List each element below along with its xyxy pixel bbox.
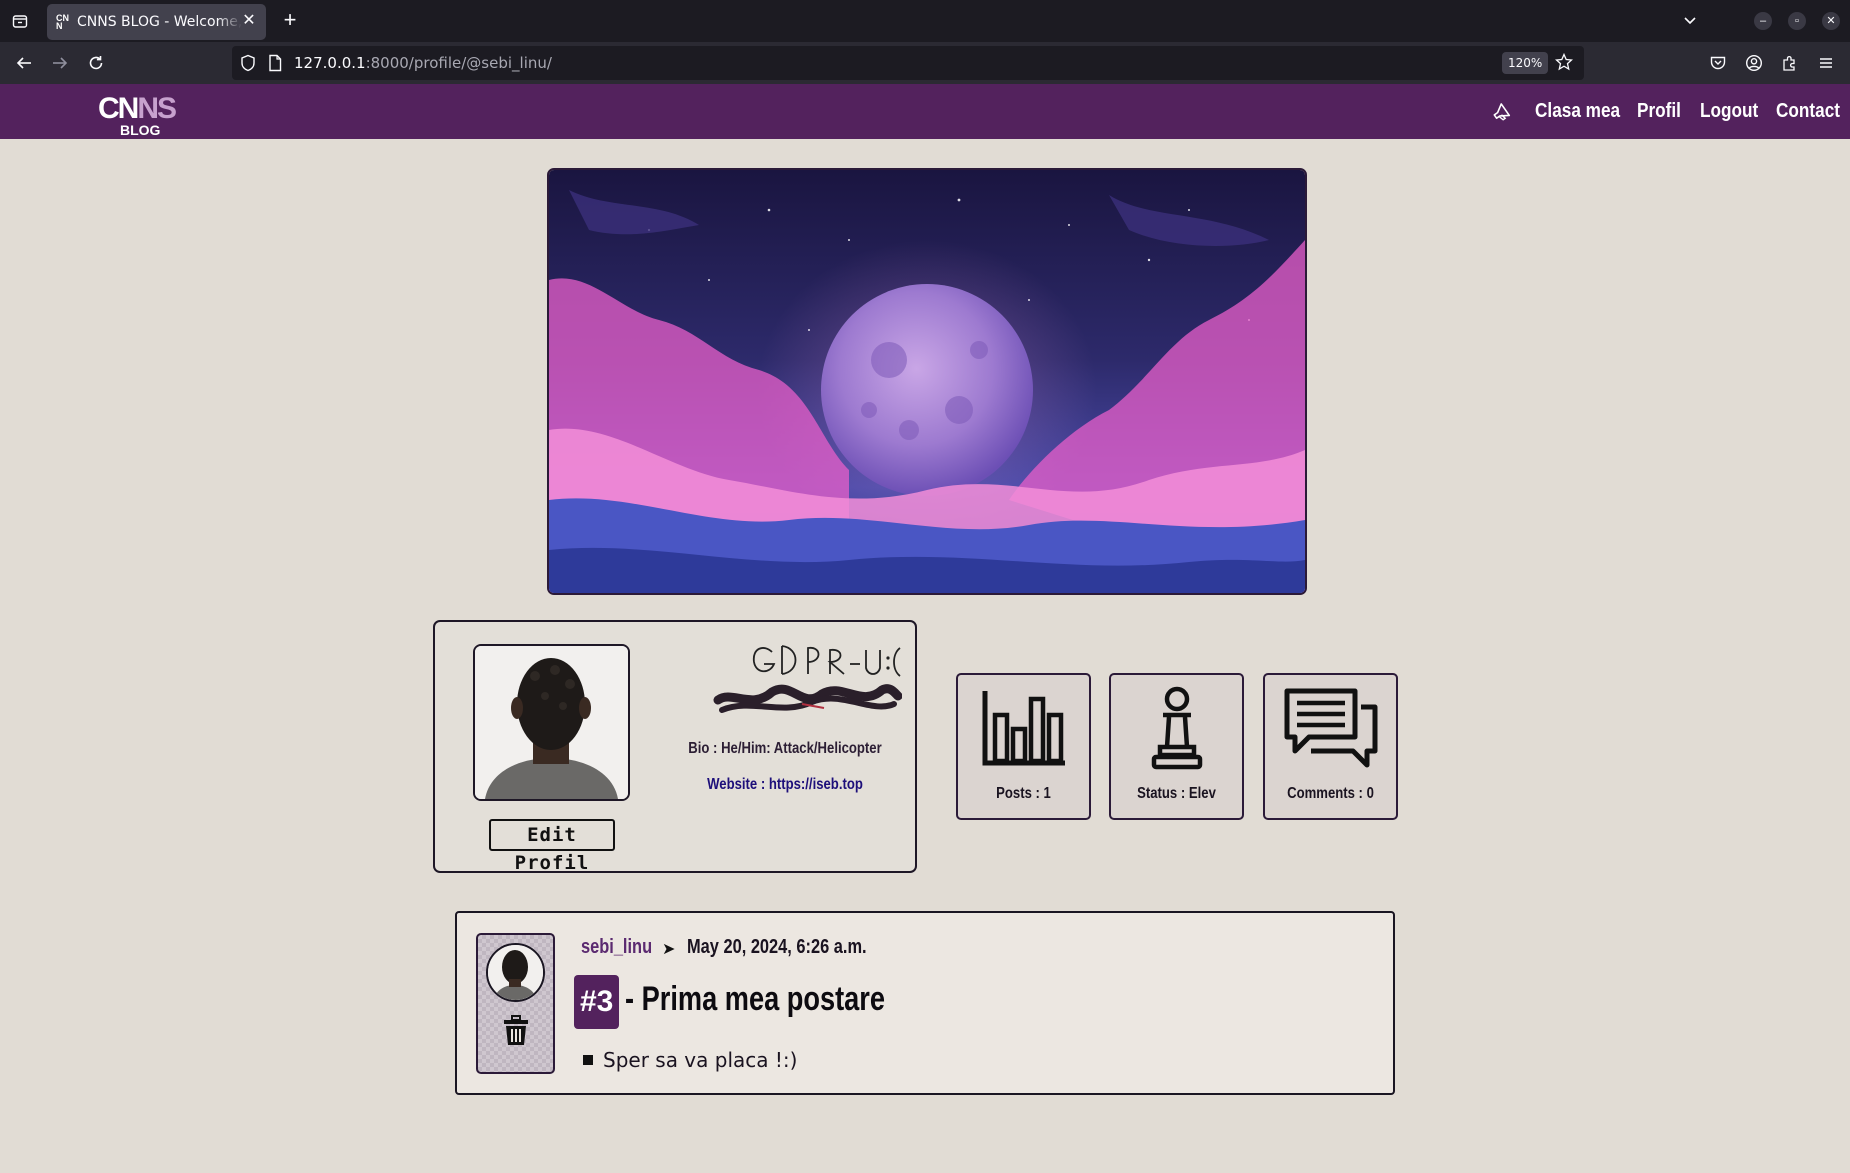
extensions-icon[interactable] (1779, 52, 1801, 74)
comments-icon (1265, 685, 1396, 775)
zoom-level-badge[interactable]: 120% (1502, 52, 1549, 74)
bar-chart-icon (958, 685, 1089, 775)
url-host: 127.0.0.1 (294, 54, 366, 72)
address-bar[interactable]: 127.0.0.1:8000/profile/@sebi_linu/ 120% (232, 46, 1584, 80)
pocket-icon[interactable] (1707, 52, 1729, 74)
browser-tab-bar: CN N CNNS BLOG - Welcome, s ✕ + – ▫ ✕ (0, 0, 1850, 42)
profile-cover-image (547, 168, 1307, 595)
profile-info-card: Edit Profil Bio : He/Him: Attack/Helicop… (433, 620, 917, 874)
post-author-avatar[interactable] (486, 943, 545, 1002)
page-info-icon[interactable] (268, 54, 282, 77)
tab-title: CNNS BLOG - Welcome, s (77, 14, 242, 30)
post-body-text: Sper sa va placa !:) (603, 1048, 798, 1072)
post-sidebar (476, 933, 555, 1074)
restore-window-icon[interactable]: ▫ (1788, 12, 1806, 30)
app-menu-icon[interactable] (1815, 52, 1837, 74)
post-card: sebi_linu ➤ May 20, 2024, 6:26 a.m. #3 -… (455, 911, 1395, 1095)
site-header: CNNS BLOG Clasa mea Profil Logout Contac… (0, 84, 1850, 139)
forward-arrow-icon[interactable] (49, 52, 71, 74)
nav-link-clasa-mea[interactable]: Clasa mea (1535, 100, 1620, 123)
url-text[interactable]: 127.0.0.1:8000/profile/@sebi_linu/ (294, 54, 552, 72)
delete-post-trash-icon[interactable] (502, 1015, 530, 1047)
back-arrow-icon[interactable] (13, 52, 35, 74)
bullet-square-icon (583, 1054, 593, 1065)
profile-bio: Bio : He/Him: Attack/Helicopter (688, 740, 882, 757)
stat-card-posts: Posts : 1 (956, 673, 1091, 820)
minimize-window-icon[interactable]: – (1754, 12, 1772, 30)
stat-status-label: Status : Elev (1137, 785, 1216, 802)
post-author-link[interactable]: sebi_linu (581, 936, 652, 959)
close-window-icon[interactable]: ✕ (1822, 12, 1840, 30)
post-arrow-icon: ➤ (662, 941, 676, 958)
site-favicon-icon: CN N (56, 13, 69, 31)
nav-link-profil[interactable]: Profil (1637, 100, 1681, 123)
profile-website-link[interactable]: Website : https://iseb.top (687, 776, 884, 794)
new-tab-icon[interactable]: + (279, 9, 301, 31)
stat-card-comments: Comments : 0 (1263, 673, 1398, 820)
url-path: :8000/profile/@sebi_linu/ (365, 54, 552, 72)
stat-card-status: Status : Elev (1109, 673, 1244, 820)
bookmark-star-icon[interactable] (1554, 52, 1574, 76)
post-number-badge: #3 (574, 975, 620, 1029)
edit-profile-button[interactable]: Edit Profil (489, 819, 615, 874)
post-title[interactable]: - Prima mea postare (625, 980, 885, 1019)
post-date: May 20, 2024, 6:26 a.m. (687, 936, 867, 958)
nav-link-contact[interactable]: Contact (1776, 100, 1840, 123)
list-all-tabs-icon[interactable] (1680, 10, 1700, 35)
logo-main: CNNS (98, 92, 177, 125)
reload-icon[interactable] (85, 52, 107, 74)
chess-pawn-icon (1111, 685, 1242, 775)
tab-list-icon[interactable] (10, 11, 30, 31)
browser-tab-active[interactable]: CN N CNNS BLOG - Welcome, s ✕ (47, 4, 266, 40)
handwritten-signature (712, 630, 903, 722)
tracking-shield-icon[interactable] (240, 54, 256, 77)
nav-link-logout[interactable]: Logout (1700, 100, 1758, 123)
profile-avatar (473, 644, 630, 801)
account-icon[interactable] (1743, 52, 1765, 74)
browser-nav-bar: 127.0.0.1:8000/profile/@sebi_linu/ 120% (0, 42, 1850, 84)
stat-comments-label: Comments : 0 (1287, 785, 1374, 802)
stat-posts-label: Posts : 1 (996, 785, 1051, 802)
site-logo[interactable]: CNNS BLOG (98, 92, 182, 138)
tab-close-icon[interactable]: ✕ (240, 12, 258, 30)
post-body: Sper sa va placa !:) (583, 1048, 797, 1072)
megaphone-icon[interactable] (1490, 100, 1514, 124)
logo-sub: BLOG (120, 122, 161, 138)
